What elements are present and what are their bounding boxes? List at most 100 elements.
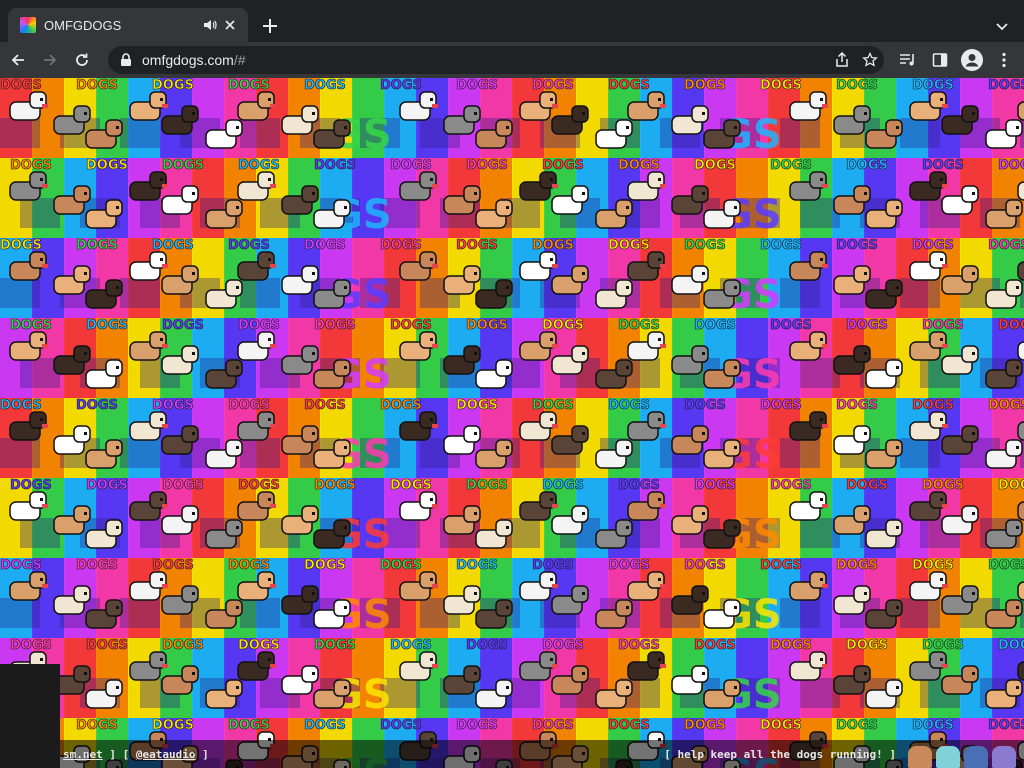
- credit-separator-1: ] [: [102, 747, 136, 761]
- dogs-tile-text: DOGS: [238, 318, 280, 333]
- dogs-tile-text: DOGS: [912, 398, 954, 413]
- dogs-tile-text: DOGS: [162, 638, 204, 653]
- dog-sprite-icon: [936, 746, 960, 768]
- tab-search-chevron-icon[interactable]: [988, 12, 1016, 40]
- dogs-tile-text: DOGS: [532, 718, 574, 733]
- dogs-tile-text: DOGS: [684, 78, 726, 93]
- more-menu-icon[interactable]: [988, 46, 1020, 74]
- dogs-tile-text: DOGS: [836, 558, 878, 573]
- dogs-tile-text: DOGS: [988, 78, 1024, 93]
- dogs-tile-text: DOGS: [770, 318, 812, 333]
- dogs-tile-text: DOGS: [390, 318, 432, 333]
- dogs-tile-text: DOGS: [912, 78, 954, 93]
- close-icon[interactable]: [220, 15, 240, 35]
- dogs-tile-text: DOGS: [988, 558, 1024, 573]
- dogs-tile-text: DOGS: [152, 558, 194, 573]
- lock-icon[interactable]: [118, 52, 134, 68]
- tab-strip: OMFGDOGS: [0, 0, 1024, 42]
- dogs-tile-text: DOGS: [314, 478, 356, 493]
- speaker-icon[interactable]: [200, 15, 220, 35]
- dogs-tile-text: DOGS: [618, 318, 660, 333]
- tab-title: OMFGDOGS: [44, 17, 122, 33]
- dogs-tile-text: DOGS: [608, 78, 650, 93]
- footer-bar: sm.net ] [ @eataudio ] [ help keep all t…: [60, 740, 1024, 768]
- share-icon[interactable]: [828, 46, 856, 74]
- dogs-tile-text: DOGS: [314, 638, 356, 653]
- reload-button[interactable]: [68, 46, 96, 74]
- omfgdogs-favicon: [20, 17, 36, 33]
- url-text[interactable]: omfgdogs.com/#: [142, 52, 828, 68]
- dogs-tile-text: DOGS: [390, 478, 432, 493]
- dogs-tile-text: DOGS: [86, 318, 128, 333]
- dogs-tile-text: DOGS: [770, 478, 812, 493]
- dogs-tile-text: DOGS: [988, 238, 1024, 253]
- dogs-tile-text: DOGS: [836, 78, 878, 93]
- dogs-tile-text: DOGS: [684, 558, 726, 573]
- dogs-tile-text: DOGS: [846, 638, 888, 653]
- dogs-tile-text: DOGS: [694, 318, 736, 333]
- dogs-tile-text: DOGS: [608, 718, 650, 733]
- credit-link-eataudio[interactable]: @eataudio: [136, 748, 196, 761]
- dogs-tile-text: DOGS: [532, 238, 574, 253]
- dogs-tile-text: DOGS: [694, 638, 736, 653]
- bookmark-star-icon[interactable]: [856, 46, 884, 74]
- page-content: DOGS DOGS DOGS DOGS DOGS DOGS DOGS DOGS DOGS DOGS…: [0, 78, 1024, 768]
- back-button[interactable]: [4, 46, 32, 74]
- dogs-tile-text: DOGS: [10, 478, 52, 493]
- dogs-tile-text: DOGS: [76, 398, 118, 413]
- dogs-tile-text: DOGS: [912, 718, 954, 733]
- dogs-tile-text: DOGS: [542, 158, 584, 173]
- dogs-tile-text: DOGS: [998, 318, 1024, 333]
- dogs-tile-text: DOGS: [694, 158, 736, 173]
- dogs-tile-text: DOGS: [304, 78, 346, 93]
- running-dogs-background: DOGS DOGS DOGS DOGS DOGS DOGS DOGS DOGS DOGS DOGS…: [0, 78, 1024, 768]
- dogs-tile-text: DOGS: [466, 318, 508, 333]
- dogs-tile-text: DOGS: [380, 398, 422, 413]
- dogs-tile-text: DOGS: [770, 158, 812, 173]
- dogs-tile-text: DOGS: [542, 478, 584, 493]
- dogs-tile-text: DOGS: [10, 158, 52, 173]
- dogs-tile-text: DOGS: [86, 478, 128, 493]
- dogs-tile-text: DOGS: [922, 638, 964, 653]
- dogs-tile-text: DOGS: [10, 318, 52, 333]
- dogs-tile-text: DOGS: [466, 478, 508, 493]
- address-bar[interactable]: omfgdogs.com/#: [108, 46, 884, 74]
- dog-sprite-icon: [992, 746, 1016, 768]
- profile-avatar-button[interactable]: [956, 46, 988, 74]
- dogs-tile-text: DOGS: [608, 558, 650, 573]
- dogs-tile-text: DOGS: [912, 238, 954, 253]
- dogs-tile-text: DOGS: [238, 158, 280, 173]
- dogs-tile-text: DOGS: [86, 638, 128, 653]
- dogs-tile-text: DOGS: [532, 558, 574, 573]
- new-tab-button[interactable]: [256, 12, 284, 40]
- dogs-tile-text: DOGS: [228, 78, 270, 93]
- dogs-tile-text: DOGS: [846, 158, 888, 173]
- dogs-tile-text: DOGS: [152, 78, 194, 93]
- dogs-tile-text: DOGS: [228, 718, 270, 733]
- dogs-tile-text: DOGS: [152, 238, 194, 253]
- dogs-tile-text: DOGS: [228, 558, 270, 573]
- dogs-tile-text: DOGS: [770, 638, 812, 653]
- credit-link-sm-net[interactable]: sm.net: [63, 748, 103, 761]
- dogs-tile-text: DOGS: [238, 638, 280, 653]
- dogs-tile-text: DOGS: [608, 238, 650, 253]
- tab-omfgdogs[interactable]: OMFGDOGS: [8, 8, 248, 42]
- dogs-tile-text: DOGS: [456, 558, 498, 573]
- dogs-tile-text: DOGS: [998, 638, 1024, 653]
- dogs-tile-text: DOGS: [760, 718, 802, 733]
- media-controls-icon[interactable]: [892, 46, 924, 74]
- footer-dog-icons: [908, 740, 1024, 768]
- dogs-tile-text: DOGS: [684, 238, 726, 253]
- credit-separator-2: ]: [195, 747, 209, 761]
- side-panel-icon[interactable]: [924, 46, 956, 74]
- dogs-tile-text: DOGS: [684, 398, 726, 413]
- dogs-tile-text: DOGS: [304, 238, 346, 253]
- dogs-tile-text: DOGS: [380, 78, 422, 93]
- donate-link[interactable]: [ help keep all the dogs running! ]: [664, 748, 896, 761]
- dogs-tile-text: DOGS: [466, 638, 508, 653]
- dogs-tile-text: DOGS: [618, 478, 660, 493]
- forward-button[interactable]: [36, 46, 64, 74]
- dogs-tile-text: DOGS: [466, 158, 508, 173]
- dogs-tile-text: DOGS: [0, 238, 42, 253]
- dogs-tile-text: DOGS: [0, 78, 42, 93]
